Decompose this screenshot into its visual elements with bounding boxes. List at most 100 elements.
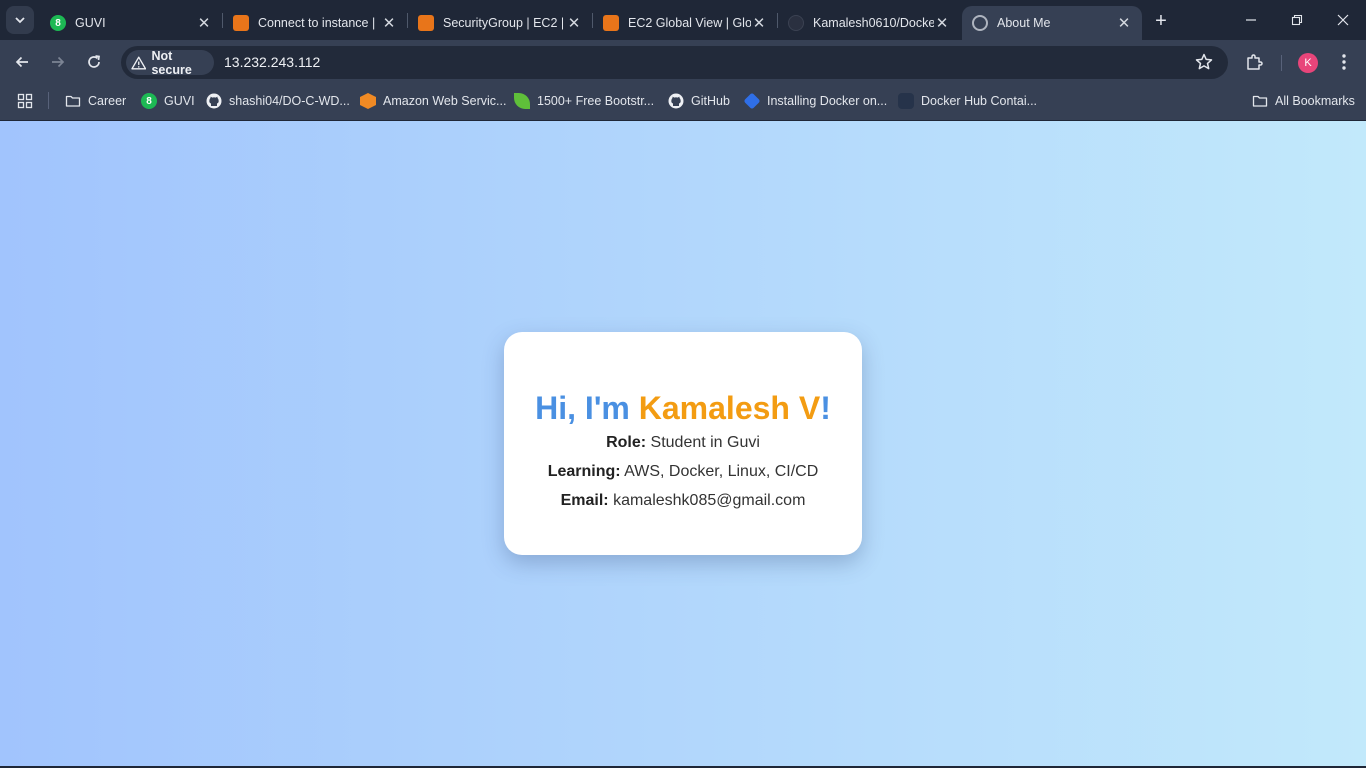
folder-icon — [65, 95, 81, 107]
star-icon — [1195, 53, 1213, 70]
extensions-button[interactable] — [1243, 51, 1265, 73]
bookmark-label: GUVI — [164, 94, 195, 108]
bookmark-docker-hub[interactable]: Docker Hub Contai... — [898, 90, 1037, 112]
bookmark-label: 1500+ Free Bootstr... — [537, 94, 655, 108]
bookmark-shashi04-repo[interactable]: shashi04/DO-C-WD... — [206, 90, 350, 112]
close-window-button[interactable] — [1330, 8, 1356, 32]
apps-button[interactable] — [17, 90, 33, 112]
reload-button[interactable] — [82, 50, 106, 74]
aws-cube-icon — [360, 93, 376, 109]
tab-title: EC2 Global View | Glo — [628, 16, 751, 30]
guvi-icon: 8 — [50, 15, 66, 31]
greeting-prefix: Hi, I'm — [535, 390, 639, 426]
page-title: Hi, I'm Kamalesh V! — [504, 388, 862, 428]
forward-button[interactable] — [46, 50, 70, 74]
page-content: Hi, I'm Kamalesh V! Role: Student in Guv… — [0, 121, 1366, 766]
bookmark-label: Career — [88, 94, 127, 108]
chevron-down-icon — [15, 17, 25, 24]
github-icon — [206, 93, 222, 109]
close-icon[interactable]: ✕ — [751, 15, 767, 32]
folder-icon — [1252, 95, 1268, 107]
restore-icon — [1291, 14, 1303, 26]
tab-ec2-global-view[interactable]: EC2 Global View | Glo ✕ — [593, 6, 777, 40]
bookmark-label: GitHub — [691, 94, 730, 108]
tab-title: About Me — [997, 16, 1051, 30]
bookmark-label: Installing Docker on... — [767, 94, 888, 108]
tab-connect-to-instance[interactable]: Connect to instance | ✕ — [223, 6, 407, 40]
role-value: Student in Guvi — [646, 434, 760, 451]
minimize-icon — [1246, 19, 1256, 21]
all-bookmarks-label: All Bookmarks — [1275, 94, 1355, 108]
bookmark-aws[interactable]: Amazon Web Servic... — [360, 90, 506, 112]
aws-ec2-icon — [233, 15, 249, 31]
github-icon — [788, 15, 804, 31]
email-label: Email: — [560, 492, 609, 509]
bookmark-bootstrap-templates[interactable]: 1500+ Free Bootstr... — [514, 90, 654, 112]
plus-icon: + — [1155, 9, 1167, 32]
arrow-left-icon — [15, 56, 28, 68]
aws-ec2-icon — [603, 15, 619, 31]
leaf-icon — [514, 93, 530, 109]
learning-value: AWS, Docker, Linux, CI/CD — [620, 463, 819, 480]
docker-icon — [898, 93, 914, 109]
role-line: Role: Student in Guvi — [504, 428, 862, 457]
bookmarks-bar: Career 8 GUVI shashi04/DO-C-WD... Amazon… — [0, 84, 1366, 120]
bookmark-label: shashi04/DO-C-WD... — [229, 94, 350, 108]
close-icon[interactable]: ✕ — [1116, 15, 1132, 32]
close-icon[interactable]: ✕ — [934, 15, 950, 32]
bookmark-github[interactable]: GitHub — [668, 90, 730, 112]
greeting-suffix: ! — [820, 390, 831, 426]
bookmark-guvi[interactable]: 8 GUVI — [141, 90, 195, 112]
tab-security-group[interactable]: SecurityGroup | EC2 | ✕ — [408, 6, 592, 40]
browser-toolbar: Not secure 13.232.243.112 — [0, 40, 1366, 84]
email-value: kamaleshk085@gmail.com — [608, 492, 806, 509]
tab-title: GUVI — [75, 16, 106, 30]
arrow-right-icon — [52, 56, 65, 68]
menu-button[interactable] — [1333, 51, 1355, 73]
name-highlight: Kamalesh V — [638, 390, 821, 426]
tab-title: SecurityGroup | EC2 | — [443, 16, 565, 30]
role-label: Role: — [606, 434, 647, 451]
minimize-button[interactable] — [1238, 8, 1264, 32]
close-icon[interactable]: ✕ — [196, 15, 212, 32]
bookmark-label: Docker Hub Contai... — [921, 94, 1038, 108]
tab-about-me[interactable]: About Me ✕ — [962, 6, 1142, 40]
restore-button[interactable] — [1284, 8, 1310, 32]
all-bookmarks-button[interactable]: All Bookmarks — [1252, 90, 1355, 112]
kebab-menu-icon — [1342, 54, 1346, 70]
tab-title: Connect to instance | — [258, 16, 376, 30]
tab-title: Kamalesh0610/Docke — [813, 16, 934, 30]
back-button[interactable] — [10, 50, 34, 74]
learning-line: Learning: AWS, Docker, Linux, CI/CD — [504, 457, 862, 486]
email-line: Email: kamaleshk085@gmail.com — [504, 486, 862, 515]
reload-icon — [88, 55, 100, 68]
bookmark-career[interactable]: Career — [65, 90, 126, 112]
bookmarks-divider — [48, 92, 49, 109]
profile-avatar[interactable]: K — [1298, 53, 1318, 73]
apps-grid-icon — [17, 93, 33, 109]
globe-icon — [972, 15, 988, 31]
close-icon — [1337, 14, 1349, 26]
warning-icon — [131, 56, 147, 69]
aws-ec2-icon — [418, 15, 434, 31]
toolbar-divider — [1281, 55, 1282, 71]
guvi-icon: 8 — [141, 93, 157, 109]
docs-icon — [743, 92, 761, 110]
tab-guvi[interactable]: 8 GUVI ✕ — [40, 6, 222, 40]
new-tab-button[interactable]: + — [1150, 10, 1172, 32]
url-text[interactable]: 13.232.243.112 — [224, 54, 320, 70]
close-icon[interactable]: ✕ — [381, 15, 397, 32]
tab-github-repo[interactable]: Kamalesh0610/Docke ✕ — [778, 6, 960, 40]
bookmark-star-button[interactable] — [1194, 52, 1214, 72]
puzzle-icon — [1247, 54, 1263, 70]
address-bar[interactable]: Not secure 13.232.243.112 — [121, 46, 1228, 79]
about-card: Hi, I'm Kamalesh V! Role: Student in Guv… — [504, 332, 862, 555]
bookmark-installing-docker[interactable]: Installing Docker on... — [743, 90, 888, 112]
learning-label: Learning: — [547, 463, 621, 480]
tab-strip: 8 GUVI ✕ Connect to instance | ✕ Securit… — [0, 0, 1366, 40]
tab-search-button[interactable] — [6, 6, 34, 34]
close-icon[interactable]: ✕ — [566, 15, 582, 32]
bookmark-label: Amazon Web Servic... — [383, 94, 507, 108]
site-security-chip[interactable]: Not secure — [126, 49, 214, 77]
github-icon — [668, 93, 684, 109]
